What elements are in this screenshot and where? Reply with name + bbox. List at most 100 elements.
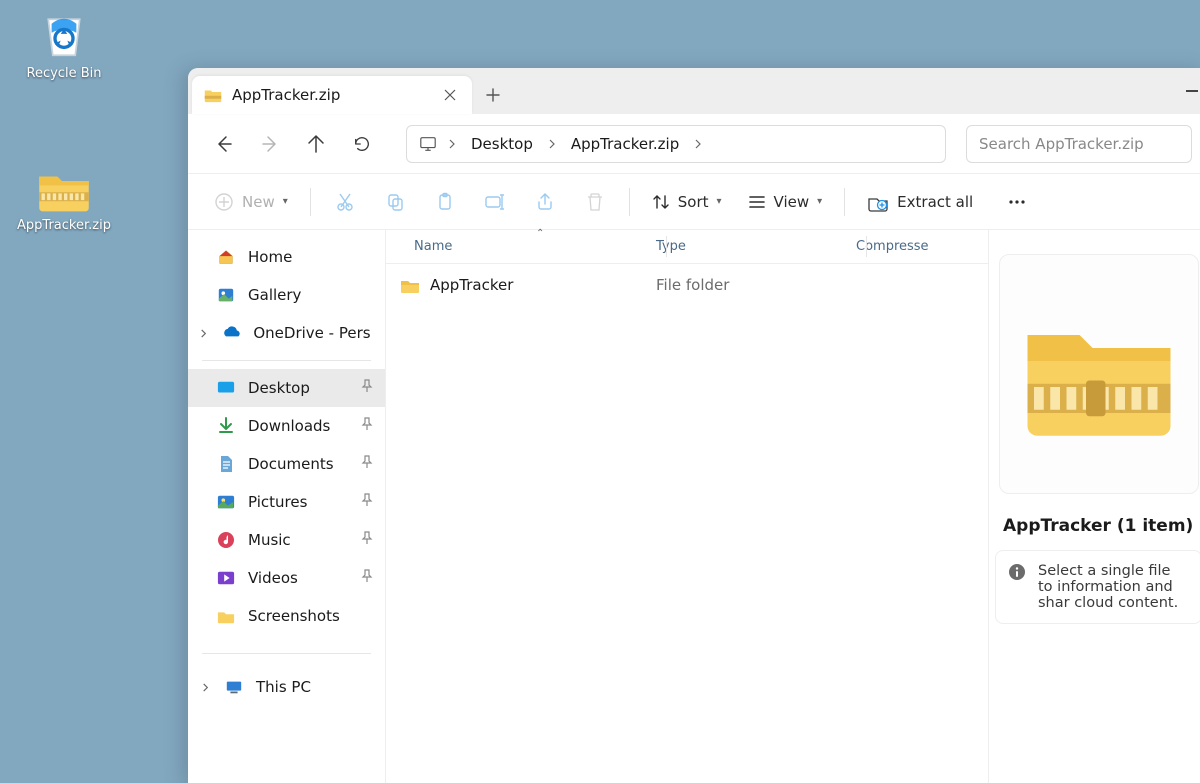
sidebar-item-this-pc[interactable]: This PC xyxy=(188,668,385,706)
new-plus-circle-icon xyxy=(214,192,234,212)
sort-label: Sort xyxy=(678,193,709,211)
share-button[interactable] xyxy=(521,182,569,222)
sidebar-item-music[interactable]: Music xyxy=(188,521,385,559)
column-compressed[interactable]: Compresse xyxy=(856,239,988,254)
search-input[interactable]: Search AppTracker.zip xyxy=(966,125,1192,163)
rename-button[interactable] xyxy=(471,182,519,222)
desktop-icon-apptracker-zip[interactable]: AppTracker.zip xyxy=(16,166,112,233)
sidebar-item-label: Documents xyxy=(248,455,334,473)
chevron-right-icon[interactable] xyxy=(198,329,209,338)
file-type: File folder xyxy=(656,276,856,294)
plus-icon xyxy=(486,88,500,102)
separator xyxy=(629,188,630,216)
pin-icon[interactable] xyxy=(361,569,373,587)
zip-folder-icon xyxy=(204,87,222,103)
chevron-right-icon[interactable] xyxy=(198,683,212,692)
ellipsis-icon xyxy=(1007,192,1027,212)
file-row-apptracker[interactable]: AppTracker File folder xyxy=(386,264,988,306)
breadcrumb-desktop[interactable]: Desktop xyxy=(463,135,541,153)
details-preview xyxy=(999,254,1199,494)
cut-button[interactable] xyxy=(321,182,369,222)
sidebar-item-screenshots[interactable]: Screenshots xyxy=(188,597,385,635)
breadcrumb[interactable]: Desktop AppTracker.zip xyxy=(406,125,946,163)
pin-icon[interactable] xyxy=(361,379,373,397)
nav-forward-button[interactable] xyxy=(250,124,290,164)
sidebar-pinned-section: Desktop Downloads Documents xyxy=(188,369,385,635)
extract-icon xyxy=(867,192,889,212)
folder-icon xyxy=(400,276,420,294)
folder-icon xyxy=(216,606,236,626)
column-type[interactable]: Type xyxy=(656,239,856,254)
sidebar-item-label: Screenshots xyxy=(248,607,340,625)
home-icon xyxy=(216,247,236,267)
music-icon xyxy=(216,530,236,550)
close-icon xyxy=(444,89,456,101)
sidebar-item-onedrive[interactable]: OneDrive - Persona xyxy=(188,314,385,352)
zip-folder-large-icon xyxy=(1019,309,1179,439)
copy-icon xyxy=(385,192,405,212)
desktop-icon-recycle-bin[interactable]: Recycle Bin xyxy=(16,8,112,81)
desktop-icon-label: Recycle Bin xyxy=(27,66,102,81)
extract-all-button[interactable]: Extract all xyxy=(855,182,985,222)
new-tab-button[interactable] xyxy=(476,78,510,112)
desktop: Recycle Bin AppTracker.zip AppTracker.zi… xyxy=(0,0,1200,783)
sidebar-item-label: Music xyxy=(248,531,291,549)
file-list: ⌃ Name Type Compresse AppTracker File fo… xyxy=(386,230,988,783)
sidebar-item-desktop[interactable]: Desktop xyxy=(188,369,385,407)
nav-refresh-button[interactable] xyxy=(342,124,382,164)
pin-icon[interactable] xyxy=(361,417,373,435)
sidebar-item-label: Pictures xyxy=(248,493,307,511)
view-button[interactable]: View ▾ xyxy=(736,182,835,222)
recycle-bin-icon xyxy=(37,8,91,62)
details-pane: AppTracker (1 item) Select a single file… xyxy=(988,230,1200,783)
sidebar-item-label: Downloads xyxy=(248,417,330,435)
info-icon xyxy=(1008,563,1028,583)
column-separator[interactable] xyxy=(666,236,667,257)
sort-button[interactable]: Sort ▾ xyxy=(640,182,734,222)
details-title: AppTracker (1 item) xyxy=(989,516,1193,536)
sidebar-item-pictures[interactable]: Pictures xyxy=(188,483,385,521)
desktop-icon xyxy=(216,378,236,398)
chevron-down-icon: ▾ xyxy=(817,196,822,207)
copy-button[interactable] xyxy=(371,182,419,222)
monitor-icon xyxy=(415,131,441,157)
sidebar-item-documents[interactable]: Documents xyxy=(188,445,385,483)
onedrive-icon xyxy=(221,323,241,343)
pin-icon[interactable] xyxy=(361,493,373,511)
sidebar-divider xyxy=(202,360,371,361)
tab-close-button[interactable] xyxy=(440,85,460,105)
documents-icon xyxy=(216,454,236,474)
main-area: Home Gallery xyxy=(188,230,1200,783)
chevron-down-icon: ▾ xyxy=(717,196,722,207)
pin-icon[interactable] xyxy=(361,455,373,473)
nav-up-button[interactable] xyxy=(296,124,336,164)
paste-icon xyxy=(435,192,455,212)
column-name[interactable]: Name xyxy=(386,239,656,254)
sidebar-item-home[interactable]: Home xyxy=(188,238,385,276)
nav-back-button[interactable] xyxy=(204,124,244,164)
arrow-right-icon xyxy=(260,134,280,154)
chevron-down-icon: ▾ xyxy=(283,196,288,207)
pin-icon[interactable] xyxy=(361,531,373,549)
separator xyxy=(310,188,311,216)
tab-apptracker-zip[interactable]: AppTracker.zip xyxy=(192,76,472,114)
new-button[interactable]: New ▾ xyxy=(202,182,300,222)
command-bar: New ▾ Sor xyxy=(188,174,1200,230)
sidebar-item-gallery[interactable]: Gallery xyxy=(188,276,385,314)
sidebar-item-downloads[interactable]: Downloads xyxy=(188,407,385,445)
more-button[interactable] xyxy=(993,182,1041,222)
zip-folder-icon xyxy=(37,166,91,214)
pictures-icon xyxy=(216,492,236,512)
details-info-text: Select a single file to information and … xyxy=(1038,563,1189,611)
sidebar-item-label: Videos xyxy=(248,569,298,587)
paste-button[interactable] xyxy=(421,182,469,222)
column-separator[interactable] xyxy=(866,236,867,257)
sidebar-item-label: OneDrive - Persona xyxy=(253,324,371,342)
details-info-card: Select a single file to information and … xyxy=(995,550,1200,624)
breadcrumb-apptracker-zip[interactable]: AppTracker.zip xyxy=(563,135,687,153)
sidebar-item-videos[interactable]: Videos xyxy=(188,559,385,597)
window-minimize-button[interactable] xyxy=(1186,90,1198,92)
delete-button[interactable] xyxy=(571,182,619,222)
chevron-right-icon xyxy=(689,139,707,149)
desktop-icon-label: AppTracker.zip xyxy=(17,218,111,233)
